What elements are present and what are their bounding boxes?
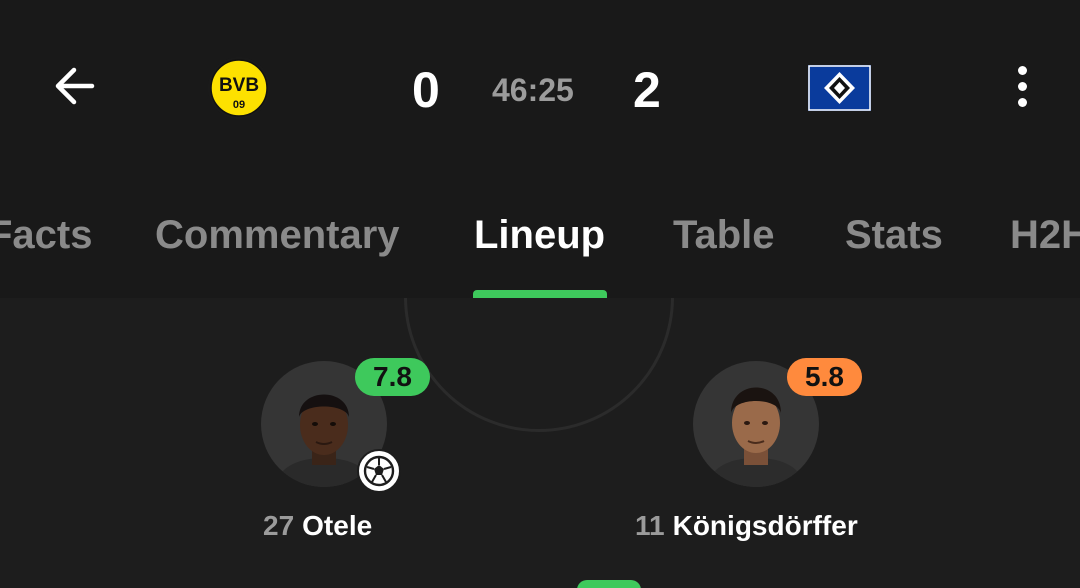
more-vertical-icon-dot	[1017, 81, 1027, 91]
home-team-logo[interactable]: BVB 09	[207, 56, 271, 120]
player-name-label: Otele	[302, 510, 373, 541]
player-rating-badge: 7.8	[355, 358, 430, 396]
center-circle	[404, 298, 674, 432]
home-logo-text: BVB	[219, 75, 259, 96]
player-number: 27	[263, 510, 295, 541]
away-score: 2	[633, 62, 661, 118]
more-vertical-icon	[1017, 65, 1027, 75]
tab-table[interactable]: Table	[673, 212, 775, 258]
active-tab-indicator	[473, 290, 607, 298]
tab-lineup[interactable]: Lineup	[474, 212, 605, 258]
more-options-button[interactable]	[1000, 60, 1044, 112]
player-name-otele[interactable]: 27 Otele	[263, 510, 372, 542]
match-clock: 46:25	[492, 72, 574, 108]
player-rating-badge-partial	[577, 580, 641, 588]
player-number: 11	[635, 510, 665, 541]
soccer-ball-icon	[357, 449, 401, 493]
tab-facts[interactable]: Facts	[0, 212, 93, 258]
match-header: BVB 09 0 46:25 2 Facts Commentary Lineup…	[0, 0, 1080, 298]
more-vertical-icon-dot	[1017, 97, 1027, 107]
player-name-konigsdorffer[interactable]: 11 Königsdörffer	[635, 510, 858, 542]
tab-h2h[interactable]: H2H	[1010, 212, 1080, 258]
pitch	[0, 298, 1080, 588]
arrow-left-icon	[55, 67, 95, 105]
home-score: 0	[412, 62, 440, 118]
tab-stats[interactable]: Stats	[845, 212, 943, 258]
tab-commentary[interactable]: Commentary	[155, 212, 400, 258]
player-name-label: Königsdörffer	[672, 510, 858, 541]
home-logo-sub: 09	[233, 99, 245, 111]
player-rating-badge: 5.8	[787, 358, 862, 396]
back-button[interactable]	[48, 60, 100, 112]
away-team-logo[interactable]	[808, 65, 871, 111]
